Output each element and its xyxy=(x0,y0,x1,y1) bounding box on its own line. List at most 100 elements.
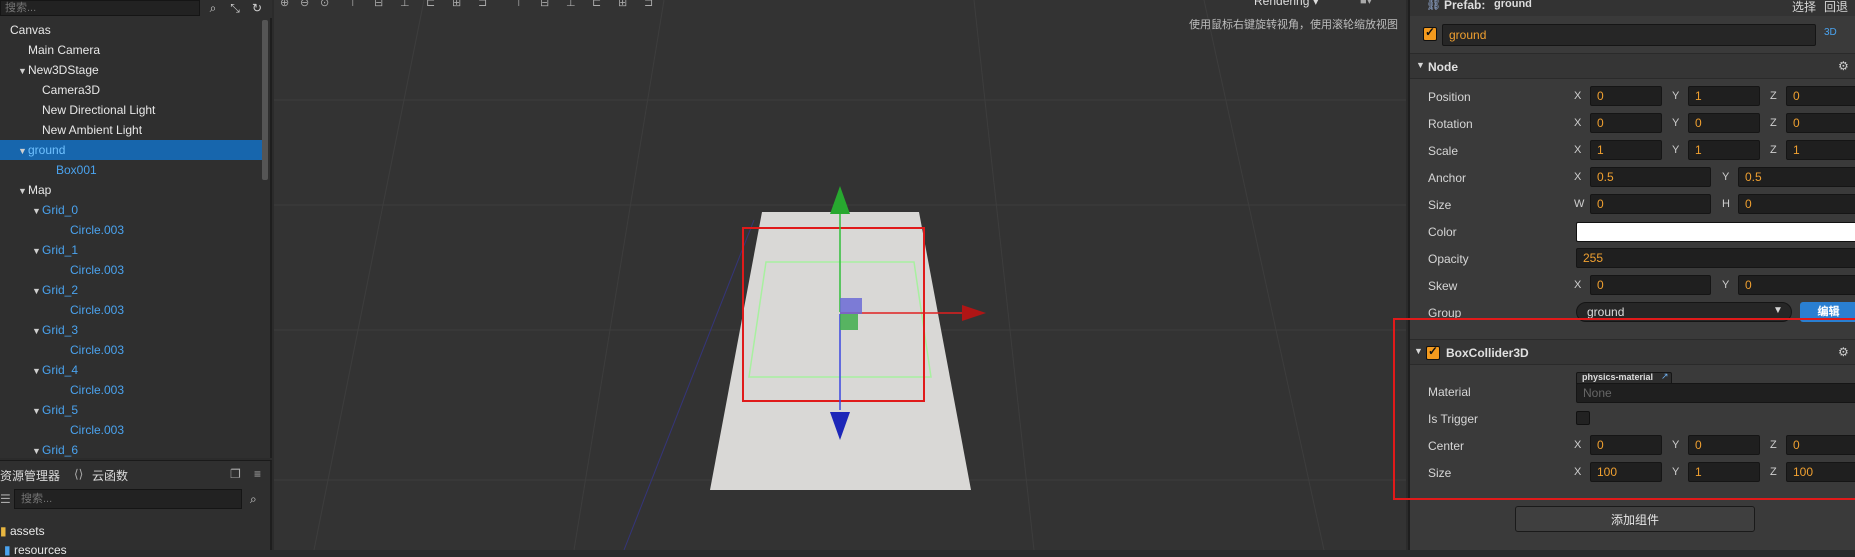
add-component-button[interactable]: 添加组件 xyxy=(1515,506,1755,532)
box-collider-enabled-checkbox[interactable] xyxy=(1426,344,1440,360)
distribute-center-icon[interactable]: ⊞ xyxy=(618,0,627,9)
refresh-icon[interactable]: ↻ xyxy=(248,0,266,16)
scene-canvas[interactable] xyxy=(274,0,1406,550)
collider-size-z-input[interactable]: 100 xyxy=(1786,462,1855,482)
distribute-left-icon[interactable]: ⊏ xyxy=(592,0,601,9)
size-w-input[interactable]: 0 xyxy=(1590,194,1711,214)
tree-item[interactable]: ▼Grid_4 xyxy=(0,360,262,380)
align-left-icon[interactable]: ⊏ xyxy=(426,0,435,9)
group-select[interactable]: ground ▼ xyxy=(1576,302,1792,322)
tree-item[interactable]: Circle.003 xyxy=(0,300,262,320)
tree-item[interactable]: ▼Grid_2 xyxy=(0,280,262,300)
position-y-input[interactable]: 1 xyxy=(1688,86,1760,106)
expand-caret-icon[interactable]: ▼ xyxy=(32,441,42,458)
prefab-select-button[interactable]: 选择 xyxy=(1792,0,1816,15)
tree-item[interactable]: Circle.003 xyxy=(0,260,262,280)
scale-y-input[interactable]: 1 xyxy=(1688,140,1760,160)
xz-plane-handle[interactable] xyxy=(840,314,858,330)
tab-cloud-functions[interactable]: 云函数 xyxy=(92,467,128,484)
distribute-middle-icon[interactable]: ⊟ xyxy=(540,0,549,9)
anchor-y-input[interactable]: 0.5 xyxy=(1738,167,1855,187)
tree-item[interactable]: ▼ground xyxy=(0,140,262,160)
tab-assets[interactable]: 资源管理器 xyxy=(0,467,60,484)
position-z-input[interactable]: 0 xyxy=(1786,86,1855,106)
align-right-icon[interactable]: ⊐ xyxy=(478,0,487,9)
expand-caret-icon[interactable]: ▼ xyxy=(32,361,42,381)
zoom-out-icon[interactable]: ⊖ xyxy=(300,0,309,9)
hierarchy-search-input[interactable] xyxy=(0,0,200,16)
scale-x-input[interactable]: 1 xyxy=(1590,140,1662,160)
tree-item[interactable]: New Directional Light xyxy=(0,100,262,120)
scene-view[interactable]: ⊕ ⊖ ⊙ ⊤ ⊟ ⊥ ⊏ ⊞ ⊐ ⊤ ⊟ ⊥ ⊏ ⊞ ⊐ Rendering … xyxy=(274,0,1406,550)
3d-mode-toggle[interactable]: 3D xyxy=(1824,27,1837,38)
tree-item[interactable]: Circle.003 xyxy=(0,220,262,240)
tree-item[interactable]: Camera3D xyxy=(0,80,262,100)
expand-caret-icon[interactable]: ▼ xyxy=(32,401,42,421)
material-input[interactable]: None xyxy=(1576,383,1855,403)
tree-item[interactable]: ▼Grid_6 xyxy=(0,440,262,458)
tree-item[interactable]: ▼Grid_3 xyxy=(0,320,262,340)
center-x-input[interactable]: 0 xyxy=(1590,435,1662,455)
xy-plane-handle[interactable] xyxy=(840,298,862,314)
group-edit-button[interactable]: 编辑 xyxy=(1800,302,1855,322)
color-picker[interactable] xyxy=(1576,222,1855,242)
node-active-checkbox[interactable] xyxy=(1423,25,1437,41)
collider-size-x-input[interactable]: 100 xyxy=(1590,462,1662,482)
align-bottom-icon[interactable]: ⊥ xyxy=(400,0,410,9)
tree-item[interactable]: New Ambient Light xyxy=(0,120,262,140)
sort-icon[interactable]: ☰ xyxy=(0,492,11,506)
tree-item[interactable]: Circle.003 xyxy=(0,380,262,400)
skew-y-input[interactable]: 0 xyxy=(1738,275,1855,295)
tree-item[interactable]: ▼New3DStage xyxy=(0,60,262,80)
expand-caret-icon[interactable]: ▼ xyxy=(32,201,42,221)
center-z-input[interactable]: 0 xyxy=(1786,435,1855,455)
size-h-input[interactable]: 0 xyxy=(1738,194,1855,214)
menu-icon[interactable]: ≡ xyxy=(254,467,261,481)
gear-icon[interactable]: ⚙ xyxy=(1838,59,1849,73)
tree-item[interactable]: Box001 xyxy=(0,160,262,180)
tree-scrollbar[interactable] xyxy=(262,20,268,180)
center-y-input[interactable]: 0 xyxy=(1688,435,1760,455)
y-axis-arrow[interactable] xyxy=(830,186,850,214)
zoom-fit-icon[interactable]: ⊙ xyxy=(320,0,329,9)
node-section-header[interactable]: ▼ Node ⚙ xyxy=(1410,53,1855,79)
collapse-caret-icon[interactable]: ▼ xyxy=(1416,60,1425,70)
align-top-icon[interactable]: ⊤ xyxy=(348,0,358,9)
external-link-icon[interactable]: ↗ xyxy=(1661,371,1669,382)
asset-row-resources[interactable]: ▮ resources xyxy=(4,543,67,557)
expand-caret-icon[interactable]: ▼ xyxy=(32,321,42,341)
rotation-x-input[interactable]: 0 xyxy=(1590,113,1662,133)
gear-icon[interactable]: ⚙ xyxy=(1838,345,1849,359)
position-x-input[interactable]: 0 xyxy=(1590,86,1662,106)
camera-icon[interactable]: ■▾ xyxy=(1360,0,1372,7)
tree-item[interactable]: ▼Grid_1 xyxy=(0,240,262,260)
collapse-caret-icon[interactable]: ▼ xyxy=(1414,346,1423,356)
collider-size-y-input[interactable]: 1 xyxy=(1688,462,1760,482)
scale-z-input[interactable]: 1 xyxy=(1786,140,1855,160)
rotation-y-input[interactable]: 0 xyxy=(1688,113,1760,133)
locate-icon[interactable]: ⤡ xyxy=(226,0,244,16)
search-icon[interactable]: ⌕ xyxy=(250,492,257,507)
tree-item[interactable]: Main Camera xyxy=(0,40,262,60)
distribute-bottom-icon[interactable]: ⊥ xyxy=(566,0,576,9)
tree-item[interactable]: ▼Map xyxy=(0,180,262,200)
distribute-top-icon[interactable]: ⊤ xyxy=(514,0,524,9)
assets-search-input[interactable] xyxy=(14,489,242,509)
align-middle-icon[interactable]: ⊟ xyxy=(374,0,383,9)
rendering-dropdown[interactable]: Rendering ▾ xyxy=(1254,0,1319,8)
expand-caret-icon[interactable]: ▼ xyxy=(18,141,28,161)
tree-item[interactable]: ▼Grid_0 xyxy=(0,200,262,220)
align-center-icon[interactable]: ⊞ xyxy=(452,0,461,9)
expand-caret-icon[interactable]: ▼ xyxy=(32,241,42,261)
rotation-z-input[interactable]: 0 xyxy=(1786,113,1855,133)
prefab-revert-button[interactable]: 回退 xyxy=(1824,0,1848,15)
expand-caret-icon[interactable]: ▼ xyxy=(18,181,28,201)
distribute-right-icon[interactable]: ⊐ xyxy=(644,0,653,9)
asset-row-assets[interactable]: ▮ assets xyxy=(0,524,45,538)
popout-icon[interactable]: ❐ xyxy=(230,467,241,481)
tree-item[interactable]: ▼Grid_5 xyxy=(0,400,262,420)
x-axis-arrow[interactable] xyxy=(962,305,986,321)
tree-item[interactable]: Circle.003 xyxy=(0,340,262,360)
opacity-input[interactable]: 255 xyxy=(1576,248,1855,268)
search-icon[interactable]: ⌕ xyxy=(204,0,222,16)
